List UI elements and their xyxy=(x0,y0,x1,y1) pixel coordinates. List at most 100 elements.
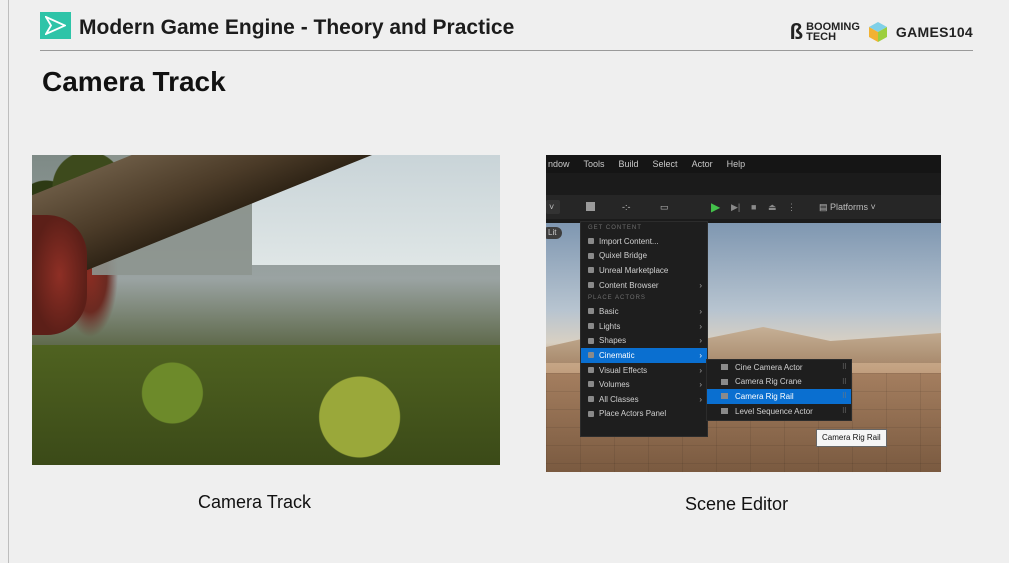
drag-handle-icon: ⠿ xyxy=(841,378,847,386)
lit-label: Lit xyxy=(548,228,557,237)
shapes-icon xyxy=(588,337,594,344)
menu-actor[interactable]: Actor xyxy=(692,155,713,173)
editor-toolbar: ˅ -:- ▭ ▶ ▶| ■ ⏏ ⋮ ▤ Platforms ˅ xyxy=(546,195,941,219)
volume-icon xyxy=(588,381,594,388)
menu-item-level-sequence-actor[interactable]: Level Sequence Actor ⠿ xyxy=(707,404,851,419)
marketplace-icon xyxy=(588,267,594,274)
menu-help[interactable]: Help xyxy=(727,155,746,173)
chevron-right-icon: › xyxy=(699,365,702,375)
all-classes-icon xyxy=(588,395,594,402)
menu-item-lights[interactable]: Lights › xyxy=(581,319,707,334)
platforms-icon: ▤ xyxy=(819,202,831,212)
chevron-right-icon: › xyxy=(699,307,702,317)
slide: Modern Game Engine - Theory and Practice… xyxy=(0,0,1009,563)
course-logo-icon xyxy=(40,12,71,39)
cinematics-button[interactable]: ▭ xyxy=(660,200,682,214)
menu-item-cine-camera-actor[interactable]: Cine Camera Actor ⠿ xyxy=(707,360,851,375)
boomingtech-logo: ß BOOMING TECH xyxy=(789,19,860,44)
chevron-right-icon: › xyxy=(699,321,702,331)
menu-item-camera-rig-crane[interactable]: Camera Rig Crane ⠿ xyxy=(707,375,851,390)
menu-item-content-browser[interactable]: Content Browser › xyxy=(581,278,707,293)
menu-item-import-content[interactable]: Import Content... xyxy=(581,234,707,249)
play-icon[interactable]: ▶ xyxy=(711,200,723,214)
lit-view-mode-button[interactable]: Lit xyxy=(546,227,563,239)
games104-cube-icon xyxy=(868,22,887,42)
menu-item-label: Content Browser xyxy=(599,280,659,290)
chevron-right-icon: › xyxy=(699,336,702,346)
chevron-right-icon: › xyxy=(699,350,702,360)
camera-icon xyxy=(721,364,728,370)
basic-actor-icon xyxy=(588,308,594,315)
menu-window[interactable]: ndow xyxy=(548,155,570,173)
visual-effects-icon xyxy=(588,366,594,373)
drag-handle-icon: ⠿ xyxy=(841,393,847,401)
clapperboard-icon: ▭ xyxy=(660,202,669,212)
right-image-caption: Scene Editor xyxy=(685,494,789,514)
menu-item-unreal-marketplace[interactable]: Unreal Marketplace xyxy=(581,263,707,278)
tooltip: Camera Rig Rail xyxy=(816,429,887,447)
camera-track-image xyxy=(32,155,500,465)
menu-item-label: Volumes xyxy=(599,380,630,390)
red-cap-foreground xyxy=(32,215,87,335)
menu-item-label: Quixel Bridge xyxy=(599,251,648,261)
menu-item-label: Camera Rig Crane xyxy=(735,377,802,387)
menu-item-label: Camera Rig Rail xyxy=(735,391,794,401)
slide-title: Camera Track xyxy=(42,66,226,97)
menu-item-place-actors-panel[interactable]: Place Actors Panel xyxy=(581,407,707,422)
stop-icon[interactable]: ■ xyxy=(751,200,761,214)
add-content-menu: GET CONTENT Import Content... Quixel Bri… xyxy=(580,221,708,437)
blueprint-button[interactable]: -:- xyxy=(622,200,644,214)
slide-header: Modern Game Engine - Theory and Practice… xyxy=(40,12,973,51)
menu-item-label: Place Actors Panel xyxy=(599,409,667,419)
cinematic-icon xyxy=(588,352,594,359)
import-icon xyxy=(588,238,594,244)
platforms-button[interactable]: ▤ Platforms ˅ xyxy=(819,200,889,214)
scene-editor-screenshot: ndow Tools Build Select Actor Help ˅ -:-… xyxy=(546,155,941,472)
menu-item-all-classes[interactable]: All Classes › xyxy=(581,392,707,407)
blueprint-icon: -:- xyxy=(622,202,631,212)
brand-games104-text: GAMES104 xyxy=(895,24,973,40)
editor-menubar: ndow Tools Build Select Actor Help xyxy=(546,155,941,173)
platforms-label: Platforms xyxy=(830,202,869,212)
chevron-right-icon: › xyxy=(699,394,702,404)
more-options-icon[interactable]: ⋮ xyxy=(787,200,796,214)
menu-item-camera-rig-rail[interactable]: Camera Rig Rail ⠿ xyxy=(707,389,851,404)
menu-item-quixel-bridge[interactable]: Quixel Bridge xyxy=(581,249,707,264)
lightbulb-icon xyxy=(588,322,594,329)
step-icon[interactable]: ▶| xyxy=(731,200,741,214)
boomingtech-mark-icon: ß xyxy=(789,19,804,44)
left-image-caption: Camera Track xyxy=(198,492,312,512)
mode-dropdown[interactable]: ˅ xyxy=(546,200,560,214)
menu-item-label: Basic xyxy=(599,307,619,317)
get-content-section: GET CONTENT xyxy=(588,225,642,231)
menu-item-visual-effects[interactable]: Visual Effects › xyxy=(581,363,707,378)
menu-item-label: Visual Effects xyxy=(599,365,648,375)
add-actor-icon xyxy=(586,202,595,211)
menu-item-label: Cinematic xyxy=(599,350,635,360)
menu-item-shapes[interactable]: Shapes › xyxy=(581,334,707,349)
menu-tools[interactable]: Tools xyxy=(584,155,605,173)
menu-item-label: Unreal Marketplace xyxy=(599,265,669,275)
eject-icon[interactable]: ⏏ xyxy=(768,200,778,214)
menu-item-cinematic[interactable]: Cinematic › xyxy=(581,348,707,363)
add-content-button[interactable] xyxy=(586,200,608,214)
rail-icon xyxy=(721,393,728,400)
drag-handle-icon: ⠿ xyxy=(841,408,847,416)
brand-tech-text: TECH xyxy=(806,31,837,43)
menu-select[interactable]: Select xyxy=(653,155,678,173)
course-title: Modern Game Engine - Theory and Practice xyxy=(79,16,515,39)
menu-item-label: Lights xyxy=(599,321,621,331)
menu-item-volumes[interactable]: Volumes › xyxy=(581,377,707,392)
left-border-line xyxy=(8,0,9,563)
menu-item-label: All Classes xyxy=(599,394,639,404)
menu-item-label: Import Content... xyxy=(599,236,659,246)
drag-handle-icon: ⠿ xyxy=(841,364,847,372)
menu-build[interactable]: Build xyxy=(619,155,639,173)
menu-item-label: Shapes xyxy=(599,336,627,346)
folder-icon xyxy=(588,281,594,288)
cinematic-submenu: Cine Camera Actor ⠿ Camera Rig Crane ⠿ Cam… xyxy=(706,359,852,421)
chevron-right-icon: › xyxy=(699,380,702,390)
menu-item-basic[interactable]: Basic › xyxy=(581,304,707,319)
quixel-icon xyxy=(588,252,594,259)
chevron-right-icon: › xyxy=(699,280,702,290)
